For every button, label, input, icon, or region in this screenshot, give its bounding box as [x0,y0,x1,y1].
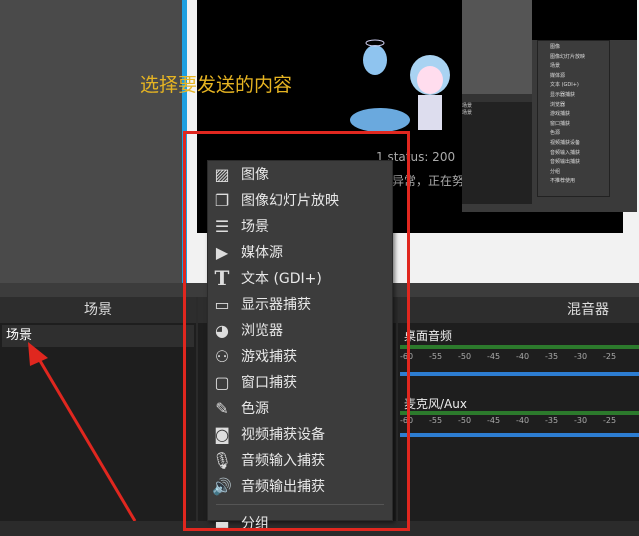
tick: -45 [487,416,501,425]
tick: -40 [516,416,530,425]
mini-menu-item: 浏览器 [550,101,566,108]
mini-menu-item: 视频捕获设备 [550,139,581,146]
mini-menu-item: 不推荐使用 [550,178,576,185]
mini-menu-item: 音频输出捕获 [550,159,581,166]
tick: -35 [545,416,559,425]
mini-context-menu: 图像 图像幻灯片放映 场景 媒体源 文本 (GDI+) 显示器捕获 浏览器 游戏… [537,40,610,197]
track-name: 桌面音频 [404,329,453,343]
mixer-track-mic: 麦克风/Aux -60 -55 -50 -45 -40 -35 -30 -25 [398,395,639,455]
tick: -40 [516,352,530,361]
mini-menu-item: 媒体源 [550,72,566,79]
volume-slider[interactable] [400,433,639,437]
scenes-header: 场景 [0,297,196,323]
tick: -55 [429,416,443,425]
tick: -30 [574,352,588,361]
mini-menu-item: 图像 [550,44,561,50]
tick: -55 [429,352,443,361]
tick: -25 [603,416,617,425]
audio-meter [400,345,639,349]
mini-menu-item: 分组 [550,168,561,175]
mini-menu-item: 场景 [550,63,561,70]
mixer-header: 混音器 [398,297,639,323]
meter-ticks: -60 -55 -50 -45 -40 -35 -30 -25 [400,352,636,362]
meter-ticks: -60 -55 -50 -45 -40 -35 -30 -25 [400,416,636,426]
tick: -35 [545,352,559,361]
track-name: 麦克风/Aux [404,397,467,411]
tick: -50 [458,352,472,361]
tick: -45 [487,352,501,361]
tick: -50 [458,416,472,425]
preview-title: 选择要发送的内容 [140,74,293,96]
tick: -30 [574,416,588,425]
mini-menu-item: 显示器捕获 [550,91,576,98]
tick: -25 [603,352,617,361]
mini-menu-item: 音频输入捕获 [550,149,581,156]
mini-menu-item: 游戏捕获 [550,111,571,118]
mixer-dock: 混音器 桌面音频 -60 -55 -50 -45 -40 -35 -30 -25 麦克风/Au… [398,297,639,521]
mini-menu-item: 色源 [550,130,561,137]
volume-slider[interactable] [400,372,639,376]
mini-menu-item: 图像幻灯片放映 [550,53,586,60]
mini-menu-item: 窗口捕获 [550,120,571,127]
mini-scene-header: 场景 [462,103,473,109]
mini-scene-item: 场景 [462,110,473,116]
mixer-track-desktop: 桌面音频 -60 -55 -50 -45 -40 -35 -30 -25 [398,327,639,387]
nested-screenshot: 场景 场景 图像 图像幻灯片放映 场景 媒体源 文本 (GDI+) 显示器捕获 浏… [462,0,637,212]
left-panel [0,0,182,283]
mini-menu-item: 文本 (GDI+) [550,82,579,89]
annotation-arrow [28,342,137,521]
audio-meter [400,411,639,415]
anime-character-image [350,39,450,132]
annotation-highlight-box [183,131,410,531]
